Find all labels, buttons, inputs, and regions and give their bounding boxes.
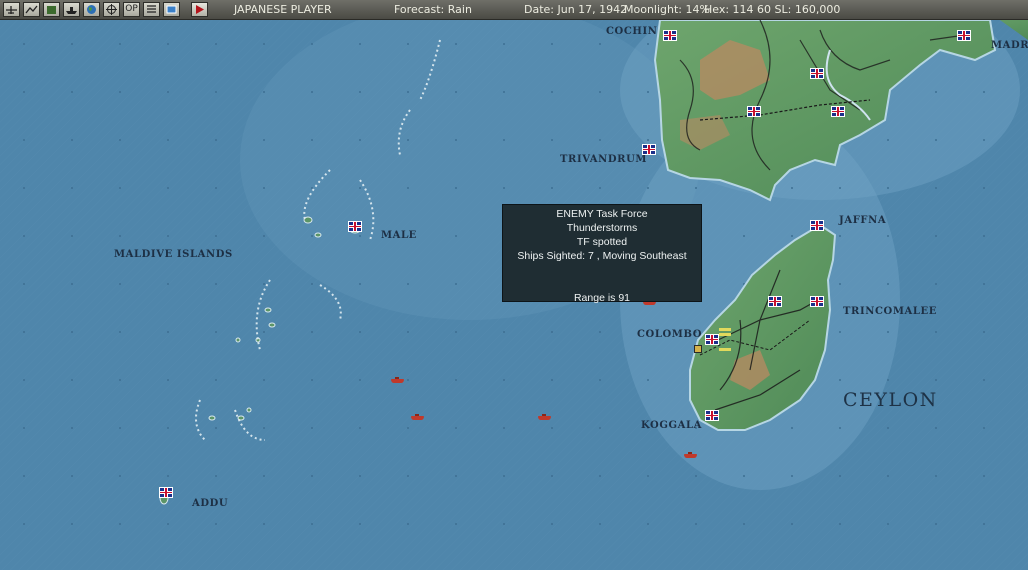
city-label-jaffna: JAFFNA [839, 215, 887, 226]
enemy-task-force-ship[interactable] [411, 414, 424, 420]
enemy-task-force-ship[interactable] [684, 452, 697, 458]
allied-ship-marker-1[interactable] [719, 328, 731, 331]
allied-ship-marker-3[interactable] [719, 348, 731, 351]
enemy-task-force-ship[interactable] [391, 377, 404, 383]
city-label-addu: ADDU [192, 498, 229, 509]
base-flag-jaffna[interactable] [810, 220, 824, 231]
op-label: OP [125, 4, 138, 14]
base-flag-ceylon-1[interactable] [768, 296, 782, 307]
city-label-trivandrum: TRIVANDRUM [560, 154, 648, 165]
op-button[interactable]: OP [123, 2, 140, 17]
city-label-koggala: KOGGALA [641, 420, 702, 431]
tooltip-title: ENEMY Task Force [556, 208, 648, 220]
city-label-cochin: COCHIN [606, 26, 658, 37]
base-flag-madras[interactable] [957, 30, 971, 41]
moonlight-label: Moonlight: 14% [624, 3, 710, 16]
base-flag-trivandrum[interactable] [642, 144, 656, 155]
top-toolbar: OP JAPANESE PLAYER Forecast: Rain Date: … [0, 0, 1028, 20]
ground-icon[interactable] [23, 2, 40, 17]
hex-info-label: Hex: 114 60 SL: 160,000 [704, 3, 841, 16]
ship-icon[interactable] [63, 2, 80, 17]
region-label-ceylon: CEYLON [843, 389, 938, 411]
tooltip-status: TF spotted [576, 236, 628, 248]
game-window: OP JAPANESE PLAYER Forecast: Rain Date: … [0, 0, 1028, 570]
end-turn-icon[interactable] [191, 2, 208, 17]
player-label: JAPANESE PLAYER [234, 3, 332, 16]
target-icon[interactable] [103, 2, 120, 17]
base-flag-inland-3[interactable] [831, 106, 845, 117]
forecast-label: Forecast: Rain [394, 3, 472, 16]
base-flag-trincomalee[interactable] [810, 296, 824, 307]
enemy-task-force-ship[interactable] [538, 414, 551, 420]
city-label-male: MALE [381, 230, 417, 241]
city-label-trincomalee: TRINCOMALEE [843, 306, 937, 317]
base-icon[interactable] [43, 2, 60, 17]
base-flag-colombo[interactable] [705, 334, 719, 345]
base-flag-addu[interactable] [159, 487, 173, 498]
window-icon[interactable] [163, 2, 180, 17]
city-label-madras: MADRAS [991, 40, 1028, 51]
city-label-colombo: COLOMBO [637, 329, 703, 340]
toolbar-icons: OP [0, 2, 211, 17]
tooltip-ships-sighted: Ships Sighted: 7 , Moving Southeast [517, 250, 687, 262]
base-flag-cochin[interactable] [663, 30, 677, 41]
date-label: Date: Jun 17, 1942 [524, 3, 628, 16]
base-flag-inland-1[interactable] [810, 68, 824, 79]
tooltip-weather: Thunderstorms [566, 222, 638, 234]
allied-ship-marker-2[interactable] [719, 333, 731, 336]
air-icon[interactable] [3, 2, 20, 17]
base-flag-male[interactable] [348, 221, 362, 232]
tooltip-range: Range is 91 [573, 292, 631, 304]
region-label-maldive-islands: MALDIVE ISLANDS [114, 249, 233, 260]
base-flag-inland-2[interactable] [747, 106, 761, 117]
list-icon[interactable] [143, 2, 160, 17]
base-flag-koggala[interactable] [705, 410, 719, 421]
allied-unit-marker[interactable] [694, 345, 702, 353]
task-force-tooltip: ENEMY Task Force Thunderstorms TF spotte… [502, 204, 702, 304]
globe-icon[interactable] [83, 2, 100, 17]
